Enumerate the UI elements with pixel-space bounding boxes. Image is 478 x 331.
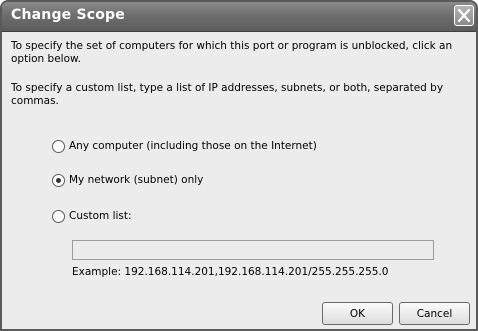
dialog-title: Change Scope [11, 7, 125, 23]
scope-description: To specify the set of computers for whic… [11, 40, 453, 65]
cancel-button[interactable]: Cancel [399, 302, 470, 325]
radio-button-any-computer[interactable] [52, 139, 65, 153]
custom-list-instruction: To specify a custom list, type a list of… [11, 82, 444, 107]
radio-label-my-network[interactable]: My network (subnet) only [69, 174, 203, 186]
radio-button-my-network[interactable] [52, 173, 65, 187]
radio-my-network[interactable]: My network (subnet) only [52, 173, 203, 187]
radio-any-computer[interactable]: Any computer (including those on the Int… [52, 139, 317, 153]
radio-label-any-computer[interactable]: Any computer (including those on the Int… [69, 140, 317, 152]
change-scope-dialog: Change Scope To specify the set of compu… [0, 0, 478, 331]
example-text: Example: 192.168.114.201,192.168.114.201… [72, 266, 389, 278]
radio-custom-list[interactable]: Custom list: [52, 209, 132, 223]
radio-label-custom-list[interactable]: Custom list: [69, 210, 132, 222]
radio-button-custom-list[interactable] [52, 209, 65, 223]
radio-selected-dot [56, 177, 61, 183]
title-bar[interactable]: Change Scope [2, 2, 476, 32]
close-button[interactable] [454, 5, 474, 26]
custom-list-input[interactable] [72, 240, 434, 260]
close-icon [458, 9, 470, 22]
ok-button[interactable]: OK [322, 302, 393, 325]
